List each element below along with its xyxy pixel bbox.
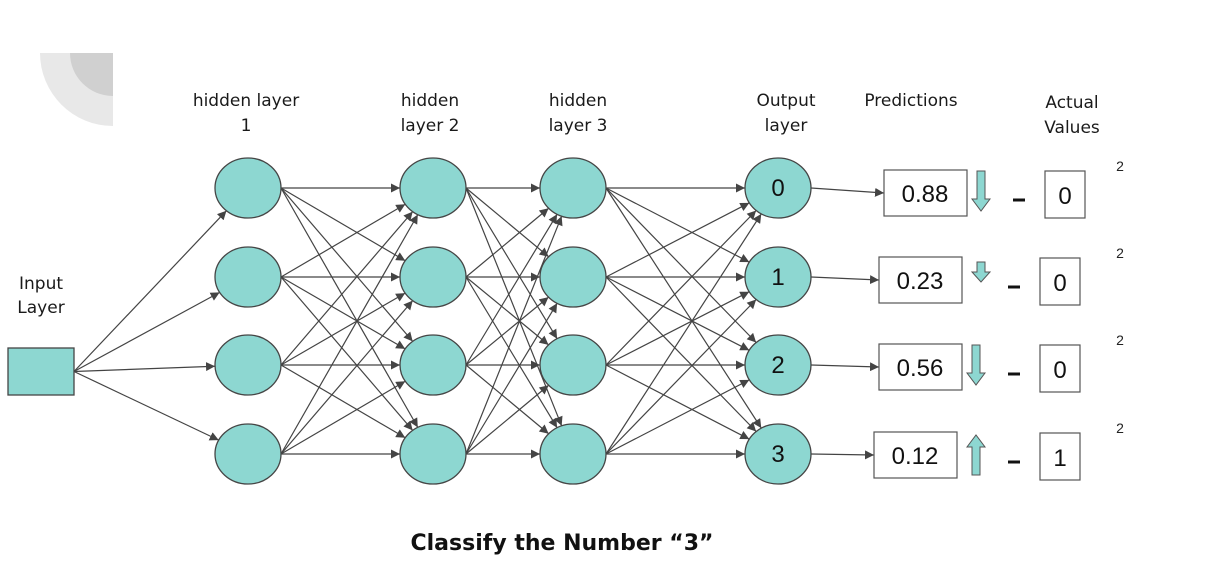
connections [73,183,762,459]
input-label-line2: Layer [17,298,64,318]
edge-hidden3-3-to-output-2 [605,379,750,455]
edge-input-to-h1-0 [73,210,227,372]
squared-exponent: 2 [1116,158,1124,174]
output-node-label-0: 0 [771,175,784,202]
edge-hidden2-1-to-hidden3-2 [465,276,549,346]
actual-value: 1 [1053,445,1066,472]
edge-hidden2-0-to-hidden3-3 [465,187,563,427]
arrow-down-icon [971,170,991,212]
prediction-value: 0.88 [902,181,949,208]
edge-hidden1-0-to-hidden2-3 [280,187,419,428]
squared-exponent: 2 [1116,332,1124,348]
hidden1-label-line1: hidden layer [193,91,299,111]
actual-value: 0 [1058,183,1071,210]
predictions-header: Predictions [864,91,957,111]
hidden2-node-1 [399,246,467,308]
arrow-down-icon [966,344,986,386]
output-to-prediction-arrow [810,187,885,197]
nodes: 0 1 2 3 [7,157,812,485]
edge-hidden1-0-to-hidden2-1 [280,187,406,262]
squared-exponent: 2 [1116,420,1124,436]
prediction-value: 0.23 [897,268,944,295]
hidden1-node-2 [214,334,282,396]
output-to-prediction-arrow [810,275,880,285]
actual-value: 0 [1053,357,1066,384]
hidden1-node-3 [214,423,282,485]
actual-value: 0 [1053,270,1066,297]
prediction-row: 0.56 0 2 [810,332,1124,393]
edge-input-to-h1-3 [73,370,219,441]
prediction-value: 0.56 [897,355,944,382]
edge-hidden1-3-to-hidden2-2 [280,380,406,455]
neural-network-diagram: hidden layer 1 hidden layer 2 hidden lay… [7,53,1124,556]
edge-hidden3-0-to-output-3 [605,187,762,429]
prediction-row: 0.23 0 2 [810,245,1124,306]
edge-input-to-h1-1 [73,291,220,373]
hidden1-node-0 [214,157,282,219]
caption: Classify the Number “3” [411,531,714,556]
edge-hidden1-1-to-hidden2-0 [280,203,406,278]
actual-header-line1: Actual [1045,93,1098,113]
hidden2-node-3 [399,423,467,485]
output-to-prediction-arrow [810,362,880,372]
edge-input-to-h1-2 [73,362,216,373]
arrow-up-icon [966,434,986,476]
squared-exponent: 2 [1116,245,1124,261]
output-label-line1: Output [756,91,815,111]
hidden3-node-0 [539,157,607,219]
prediction-rows: 0.88 0 2 0.23 0 2 0.56 0 2 0.12 1 2 [810,158,1124,481]
hidden3-node-1 [539,246,607,308]
hidden1-node-1 [214,246,282,308]
edge-hidden2-3-to-hidden3-0 [465,215,563,455]
edge-hidden1-1-to-hidden2-2 [280,276,406,350]
hidden2-label-line1: hidden [401,91,459,111]
edge-hidden1-2-to-hidden2-3 [280,364,406,439]
output-node-label-1: 1 [771,264,784,291]
arrow-down-icon [970,261,992,283]
prediction-value: 0.12 [892,443,939,470]
output-label-line2: layer [765,116,808,136]
output-node-label-2: 2 [771,352,784,379]
input-label-line1: Input [19,274,63,294]
edge-hidden3-0-to-output-1 [605,187,750,263]
actual-header-line2: Values [1044,118,1100,138]
prediction-row: 0.88 0 2 [810,158,1124,219]
output-to-prediction-arrow [810,450,875,460]
edge-hidden1-2-to-hidden2-1 [280,292,406,366]
hidden3-label-line2: layer 3 [549,116,608,136]
hidden1-label-line2: 1 [241,116,252,136]
edge-hidden2-0-to-hidden3-1 [465,187,550,258]
edge-hidden3-3-to-output-0 [605,213,762,455]
hidden3-node-3 [539,423,607,485]
hidden3-node-2 [539,334,607,396]
hidden3-label-line1: hidden [549,91,607,111]
prediction-row: 0.12 1 2 [810,420,1124,481]
input-node [7,347,75,396]
edge-hidden2-3-to-hidden3-2 [465,384,550,455]
hidden2-node-2 [399,334,467,396]
output-node-label-3: 3 [771,441,784,468]
decorative-corner-shape [40,53,113,126]
hidden2-label-line2: layer 2 [401,116,460,136]
edge-hidden2-2-to-hidden3-1 [465,296,549,366]
edge-hidden1-3-to-hidden2-0 [280,214,419,455]
hidden2-node-0 [399,157,467,219]
